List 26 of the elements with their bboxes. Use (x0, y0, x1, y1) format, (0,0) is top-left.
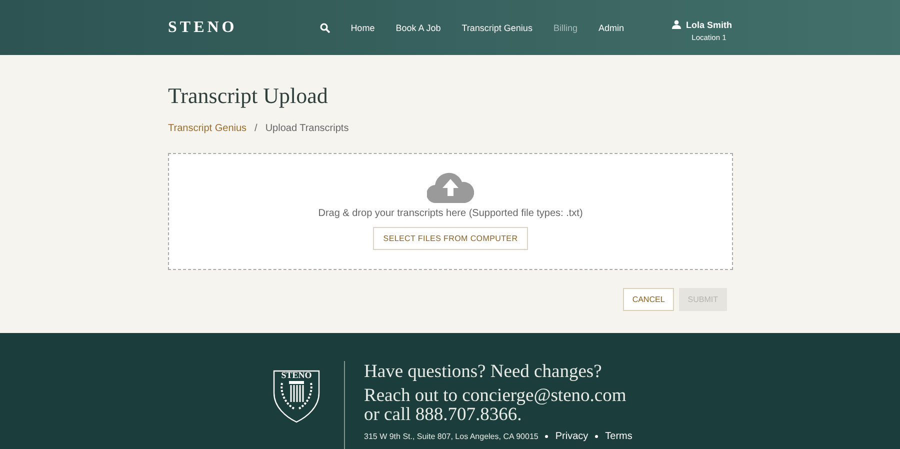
user-icon (672, 20, 681, 28)
footer-heading: Have questions? Need changes? (364, 361, 603, 383)
user-name[interactable]: Lola Smith (686, 20, 732, 30)
breadcrumb-link[interactable]: Transcript Genius (168, 123, 247, 134)
drop-hint: Drag & drop your transcripts here (Supported file types: .txt) (318, 208, 583, 219)
breadcrumb-separator: / (254, 123, 258, 134)
nav-link[interactable]: Home (350, 22, 375, 32)
search-icon[interactable] (320, 22, 330, 32)
separator-dot-icon (545, 435, 548, 438)
site-logo[interactable]: STENO (168, 18, 238, 36)
nav-link[interactable]: Admin (598, 22, 624, 32)
crest-logo-text: STENO (281, 370, 312, 380)
shield-crest-drawing (273, 370, 320, 423)
cancel-button[interactable]: CANCEL (623, 288, 674, 311)
contact-text: Reach out to concierge@steno.com or call 888.707.8366. (364, 387, 628, 425)
footer-address: 315 W 9th St., Suite 807, Los Angeles, CA 90015 (364, 432, 538, 441)
drop-zone[interactable]: Drag & drop your transcripts here (Supported file types: .txt) SELECT FILES FROM COMPUTER (168, 153, 733, 270)
page-title: Transcript Upload (168, 83, 329, 109)
footer-link[interactable]: Privacy (555, 431, 588, 442)
separator-dot-icon (595, 435, 598, 438)
cloud-upload-icon (427, 172, 474, 203)
nav-link[interactable]: Transcript Genius (462, 22, 532, 32)
select-files-button[interactable]: SELECT FILES FROM COMPUTER (373, 227, 528, 250)
breadcrumb-current: Upload Transcripts (265, 123, 349, 134)
nav-link[interactable]: Book A Job (396, 22, 441, 32)
footer-link[interactable]: Terms (605, 431, 632, 442)
